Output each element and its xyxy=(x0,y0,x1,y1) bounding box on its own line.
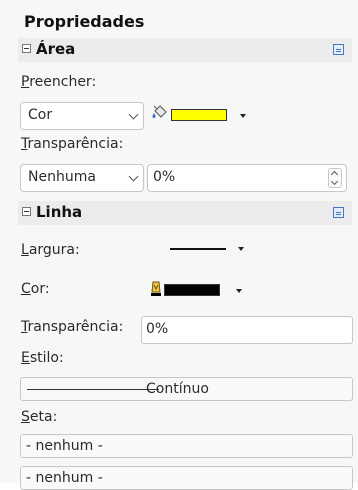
area-transparency-label: Transparência: xyxy=(21,136,124,152)
line-transparency-field[interactable]: 0% xyxy=(141,316,353,344)
area-section-title: Área xyxy=(36,40,76,58)
area-section-header[interactable]: Área xyxy=(18,38,352,62)
area-transparency-type: Nenhuma xyxy=(28,169,96,185)
line-color-swatch[interactable] xyxy=(164,284,220,296)
collapse-icon[interactable] xyxy=(22,207,31,216)
line-section-header[interactable]: Linha xyxy=(18,201,352,225)
spin-buttons[interactable] xyxy=(328,168,342,188)
more-options-icon[interactable] xyxy=(333,44,344,55)
area-transparency-value: 0% xyxy=(153,169,176,185)
style-label-text: stilo: xyxy=(29,350,64,366)
line-section-title: Linha xyxy=(36,203,83,221)
fill-type-value: Cor xyxy=(28,107,53,123)
line-style-preview xyxy=(27,389,159,390)
style-label: Estilo: xyxy=(21,350,64,366)
line-transparency-label-text: ransparência: xyxy=(27,319,124,335)
collapse-icon[interactable] xyxy=(22,44,31,53)
dropdown-arrow-icon[interactable] xyxy=(240,114,246,118)
line-color-label-text: or: xyxy=(30,281,50,297)
pen-icon[interactable] xyxy=(149,280,163,298)
paint-bucket-icon[interactable] xyxy=(151,105,169,123)
arrow-start-dropdown[interactable]: - nenhum - xyxy=(20,434,353,458)
fill-label-text: reencher: xyxy=(29,74,97,90)
line-style-value: Contínuo xyxy=(146,381,209,397)
arrow-end-dropdown[interactable]: - nenhum - xyxy=(20,466,353,490)
properties-panel: Propriedades Área Preencher: Cor Transpa… xyxy=(0,0,358,490)
area-transparency-spinbox[interactable]: 0% xyxy=(147,164,347,192)
area-transparency-dropdown[interactable]: Nenhuma xyxy=(20,164,144,192)
line-style-dropdown[interactable]: Contínuo xyxy=(20,377,353,401)
area-transparency-label-text: ransparência: xyxy=(27,136,124,152)
arrow-end-value: - nenhum - xyxy=(26,470,103,486)
dropdown-arrow-icon[interactable] xyxy=(236,289,242,293)
line-width-label: Largura: xyxy=(21,242,80,258)
spin-down-icon[interactable] xyxy=(330,177,339,186)
line-width-sample[interactable] xyxy=(170,248,226,250)
line-color-label: Cor: xyxy=(21,281,50,297)
fill-color-swatch[interactable] xyxy=(171,109,227,121)
chevron-down-icon xyxy=(128,171,139,182)
panel-title: Propriedades xyxy=(24,12,145,31)
more-options-icon[interactable] xyxy=(333,207,344,218)
dropdown-arrow-icon[interactable] xyxy=(238,247,244,251)
arrow-label-text: eta: xyxy=(29,409,58,425)
arrow-start-value: - nenhum - xyxy=(26,438,103,454)
arrow-label: Seta: xyxy=(21,409,58,425)
line-transparency-value: 0% xyxy=(146,321,169,337)
line-transparency-label: Transparência: xyxy=(21,319,124,335)
fill-type-dropdown[interactable]: Cor xyxy=(20,102,144,130)
fill-label: Preencher: xyxy=(21,74,97,90)
line-width-label-text: argura: xyxy=(28,242,80,258)
chevron-down-icon xyxy=(128,109,139,120)
